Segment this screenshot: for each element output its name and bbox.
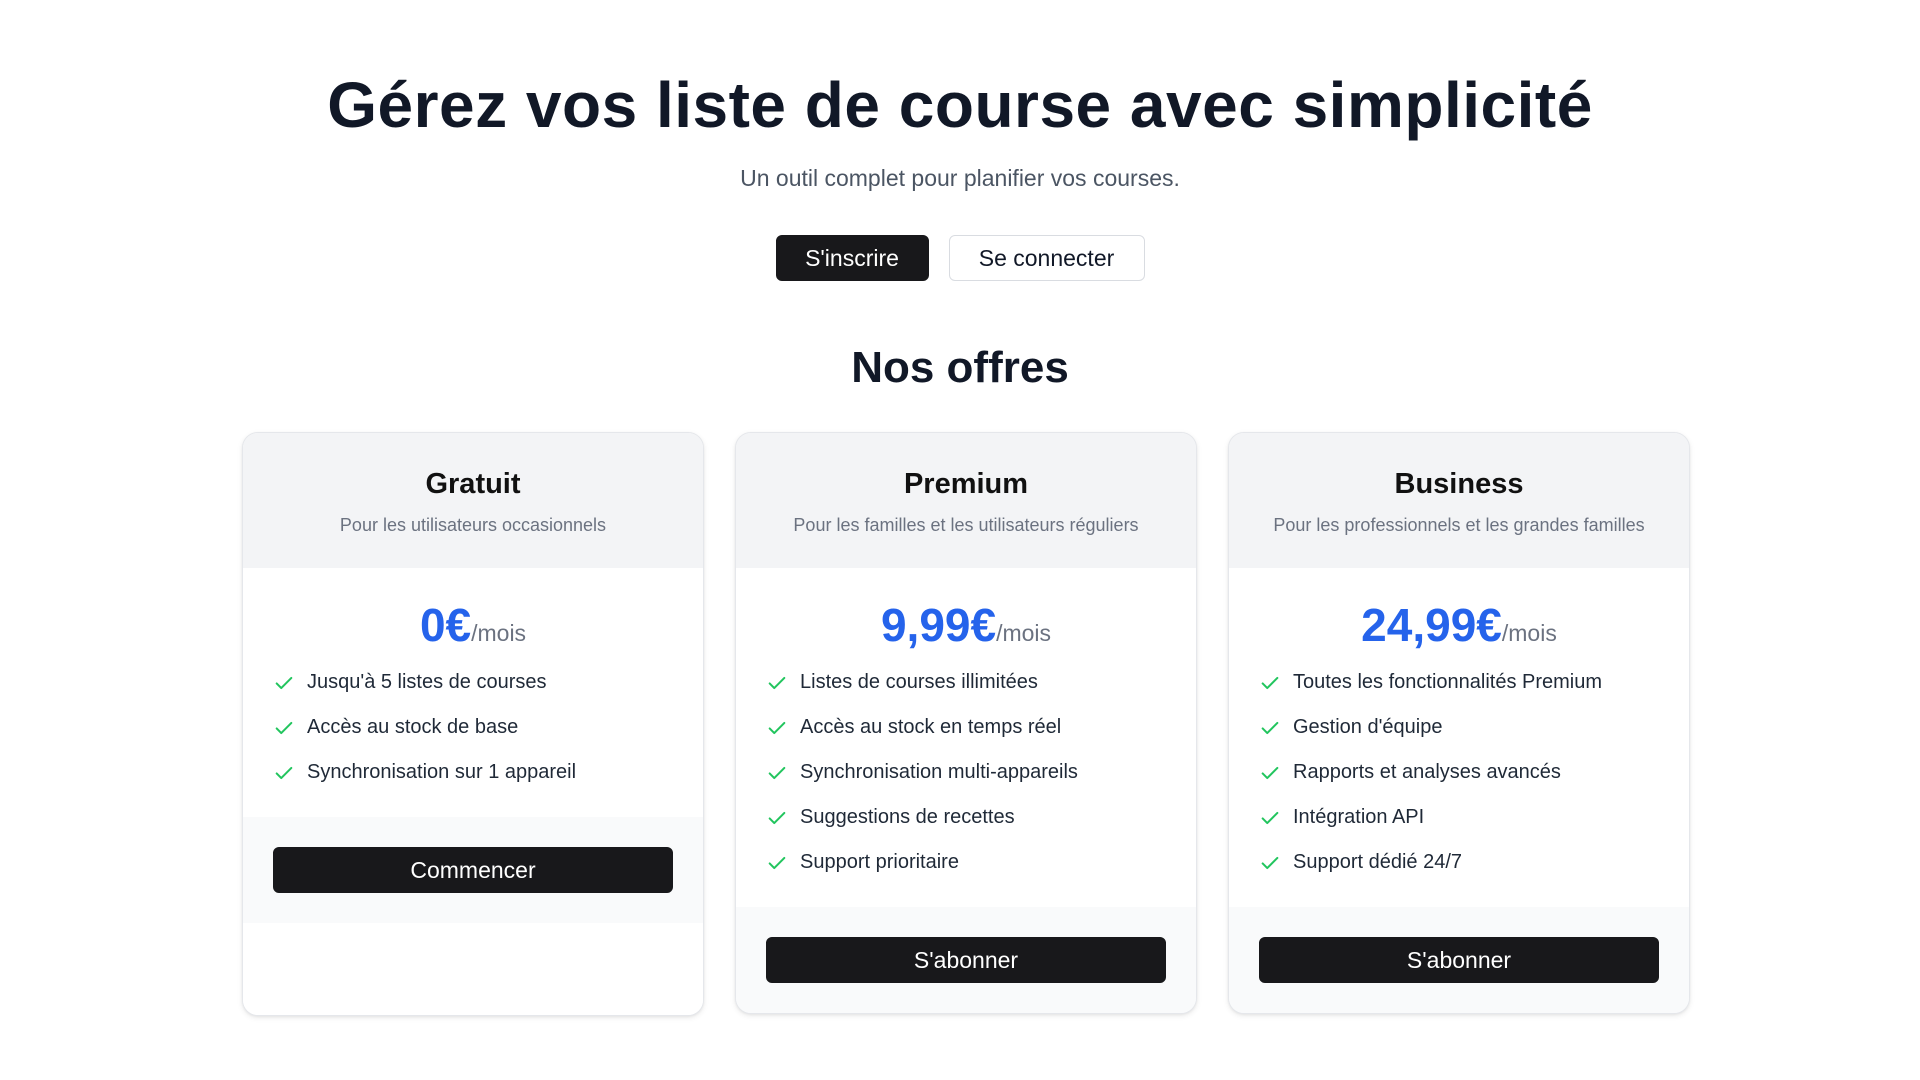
feature-item: Listes de courses illimitées: [766, 660, 1166, 705]
check-icon: [768, 811, 786, 824]
feature-item: Toutes les fonctionnalités Premium: [1259, 660, 1659, 705]
plan-name: Gratuit: [425, 468, 521, 500]
feature-list: Jusqu'à 5 listes de courses Accès au sto…: [273, 660, 673, 795]
plan-description: Pour les familles et les utilisateurs ré…: [793, 515, 1139, 535]
check-icon: [275, 766, 293, 779]
plan-body: 0€/mois Jusqu'à 5 listes de courses Accè…: [243, 568, 703, 817]
feature-label: Synchronisation multi-appareils: [800, 761, 1078, 783]
plan-name: Business: [1394, 468, 1524, 500]
plan-description: Pour les utilisateurs occasionnels: [339, 515, 607, 535]
price-period: /mois: [996, 620, 1052, 646]
check-icon: [1261, 811, 1279, 824]
feature-item: Suggestions de recettes: [766, 795, 1166, 840]
plan-header: Premium Pour les familles et les utilisa…: [736, 433, 1196, 568]
feature-label: Accès au stock en temps réel: [800, 716, 1062, 738]
plan-footer: Commencer: [243, 817, 703, 923]
feature-label: Toutes les fonctionnalités Premium: [1293, 671, 1603, 693]
price-amount: 24,99€: [1361, 599, 1502, 651]
hero-title: Gérez vos liste de course avec simplicit…: [327, 69, 1593, 141]
plan-price: 24,99€/mois: [1259, 598, 1659, 654]
login-button[interactable]: Se connecter: [948, 235, 1145, 281]
plan-card-premium: Premium Pour les familles et les utilisa…: [735, 432, 1197, 1014]
start-button[interactable]: Commencer: [273, 847, 673, 893]
plan-price: 9,99€/mois: [766, 598, 1166, 654]
plan-body: 24,99€/mois Toutes les fonctionnalités P…: [1229, 568, 1689, 907]
feature-item: Accès au stock en temps réel: [766, 705, 1166, 750]
check-icon: [1261, 676, 1279, 689]
signup-button[interactable]: S'inscrire: [775, 235, 929, 281]
offers-title: Nos offres: [851, 343, 1069, 392]
hero-actions: S'inscrire Se connecter: [0, 235, 1920, 281]
plan-footer: S'abonner: [1229, 907, 1689, 1013]
feature-label: Accès au stock de base: [307, 716, 519, 738]
card-spacer: [243, 923, 703, 1015]
subscribe-button[interactable]: S'abonner: [766, 937, 1166, 983]
feature-label: Support prioritaire: [800, 851, 959, 873]
plan-header: Gratuit Pour les utilisateurs occasionne…: [243, 433, 703, 568]
plan-body: 9,99€/mois Listes de courses illimitées …: [736, 568, 1196, 907]
subscribe-button[interactable]: S'abonner: [1259, 937, 1659, 983]
plan-card-business: Business Pour les professionnels et les …: [1228, 432, 1690, 1014]
check-icon: [1261, 856, 1279, 869]
feature-item: Synchronisation sur 1 appareil: [273, 750, 673, 795]
price-period: /mois: [1501, 620, 1557, 646]
feature-label: Listes de courses illimitées: [800, 671, 1038, 693]
plan-footer: S'abonner: [736, 907, 1196, 1013]
check-icon: [275, 721, 293, 734]
plan-name: Premium: [903, 468, 1029, 500]
feature-item: Support prioritaire: [766, 840, 1166, 885]
price-period: /mois: [471, 620, 527, 646]
feature-list: Listes de courses illimitées Accès au st…: [766, 660, 1166, 885]
feature-label: Rapports et analyses avancés: [1293, 761, 1561, 783]
check-icon: [768, 721, 786, 734]
plan-header: Business Pour les professionnels et les …: [1229, 433, 1689, 568]
feature-label: Support dédié 24/7: [1293, 851, 1463, 873]
feature-item: Jusqu'à 5 listes de courses: [273, 660, 673, 705]
plan-card-free: Gratuit Pour les utilisateurs occasionne…: [242, 432, 704, 1016]
check-icon: [768, 766, 786, 779]
feature-item: Synchronisation multi-appareils: [766, 750, 1166, 795]
feature-label: Gestion d'équipe: [1293, 716, 1443, 738]
check-icon: [1261, 766, 1279, 779]
hero-subtitle: Un outil complet pour planifier vos cour…: [740, 165, 1180, 191]
feature-label: Jusqu'à 5 listes de courses: [307, 671, 547, 693]
check-icon: [768, 856, 786, 869]
check-icon: [1261, 721, 1279, 734]
price-amount: 9,99€: [880, 599, 997, 651]
feature-item: Rapports et analyses avancés: [1259, 750, 1659, 795]
price-amount: 0€: [419, 599, 472, 651]
feature-item: Gestion d'équipe: [1259, 705, 1659, 750]
check-icon: [768, 676, 786, 689]
landing-page: Gérez vos liste de course avec simplicit…: [0, 0, 1920, 1080]
feature-label: Intégration API: [1293, 806, 1425, 828]
feature-item: Support dédié 24/7: [1259, 840, 1659, 885]
plan-price: 0€/mois: [273, 598, 673, 654]
feature-item: Intégration API: [1259, 795, 1659, 840]
feature-item: Accès au stock de base: [273, 705, 673, 750]
feature-label: Synchronisation sur 1 appareil: [307, 761, 577, 783]
plan-description: Pour les professionnels et les grandes f…: [1273, 515, 1645, 535]
check-icon: [275, 676, 293, 689]
feature-list: Toutes les fonctionnalités Premium Gesti…: [1259, 660, 1659, 885]
feature-label: Suggestions de recettes: [800, 806, 1015, 828]
